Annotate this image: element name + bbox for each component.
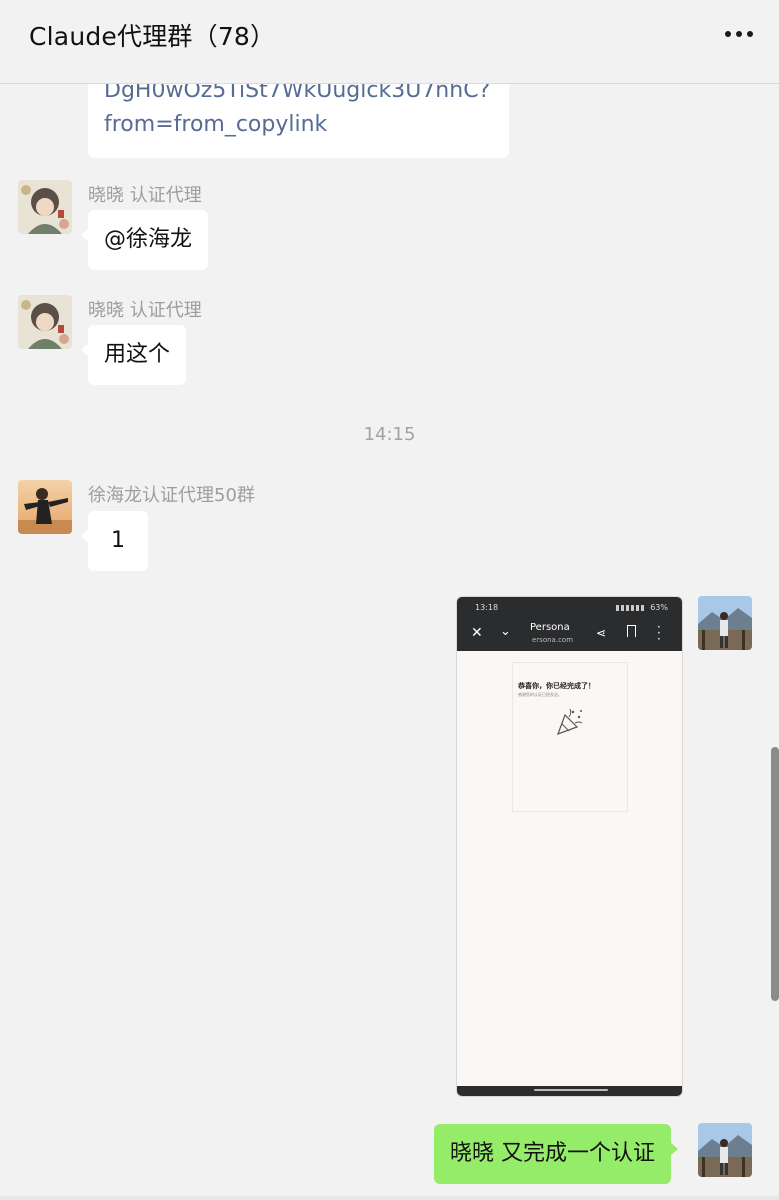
image-message[interactable]: 13:18 63% ✕ ⌄ Persona ersona.com ⋖ · · · 恭… bbox=[456, 596, 683, 1097]
persona-card: 恭喜你，你已经完成了！ 感谢您的认证已经发送。 bbox=[512, 662, 628, 812]
close-icon: ✕ bbox=[471, 625, 483, 641]
site-domain: ersona.com bbox=[532, 636, 574, 644]
site-title: Persona bbox=[530, 622, 570, 633]
message-bubble[interactable]: 用这个 bbox=[80, 325, 187, 385]
avatar[interactable] bbox=[18, 480, 72, 534]
more-vertical-icon: · · · bbox=[657, 620, 661, 646]
sender-name: 晓晓 认证代理 bbox=[88, 185, 202, 206]
chat-timestamp: 14:15 bbox=[363, 424, 416, 445]
message-bubble[interactable]: @徐海龙 bbox=[80, 210, 209, 270]
sender-name: 徐海龙认证代理50群 bbox=[88, 485, 255, 506]
sender-name: 晓晓 认证代理 bbox=[88, 300, 202, 321]
bookmark-icon bbox=[627, 625, 636, 637]
status-time: 13:18 bbox=[475, 603, 499, 612]
signal-icon bbox=[616, 605, 646, 611]
message-bubble[interactable]: 1 bbox=[81, 511, 148, 571]
scrollbar[interactable] bbox=[771, 747, 779, 1001]
avatar[interactable] bbox=[18, 180, 72, 234]
avatar[interactable] bbox=[18, 295, 72, 349]
more-horizontal-icon[interactable] bbox=[721, 20, 757, 48]
party-popper-icon bbox=[555, 707, 585, 741]
chat-title: Claude代理群（78） bbox=[29, 22, 276, 51]
phone-status-bar: 13:18 63% bbox=[457, 597, 682, 619]
avatar[interactable] bbox=[698, 1123, 752, 1177]
share-icon: ⋖ bbox=[596, 626, 607, 640]
chat-area: DgH0wOz5TiSt7WkUuglck3U7nhC? from=from_c… bbox=[0, 0, 779, 1200]
phone-nav-bar bbox=[457, 1086, 682, 1096]
browser-toolbar: ✕ ⌄ Persona ersona.com ⋖ · · · bbox=[457, 619, 682, 651]
input-area-edge bbox=[0, 1196, 779, 1200]
battery-level: 63% bbox=[650, 603, 668, 612]
persona-subtext: 感谢您的认证已经发送。 bbox=[518, 692, 562, 697]
link-text-line[interactable]: from=from_copylink bbox=[104, 112, 327, 137]
message-bubble[interactable]: 晓晓 又完成一个认证 bbox=[434, 1124, 678, 1184]
avatar[interactable] bbox=[698, 596, 752, 650]
persona-heading: 恭喜你，你已经完成了！ bbox=[518, 682, 595, 690]
chevron-down-icon: ⌄ bbox=[500, 624, 511, 639]
chat-header: Claude代理群（78） bbox=[0, 0, 779, 84]
